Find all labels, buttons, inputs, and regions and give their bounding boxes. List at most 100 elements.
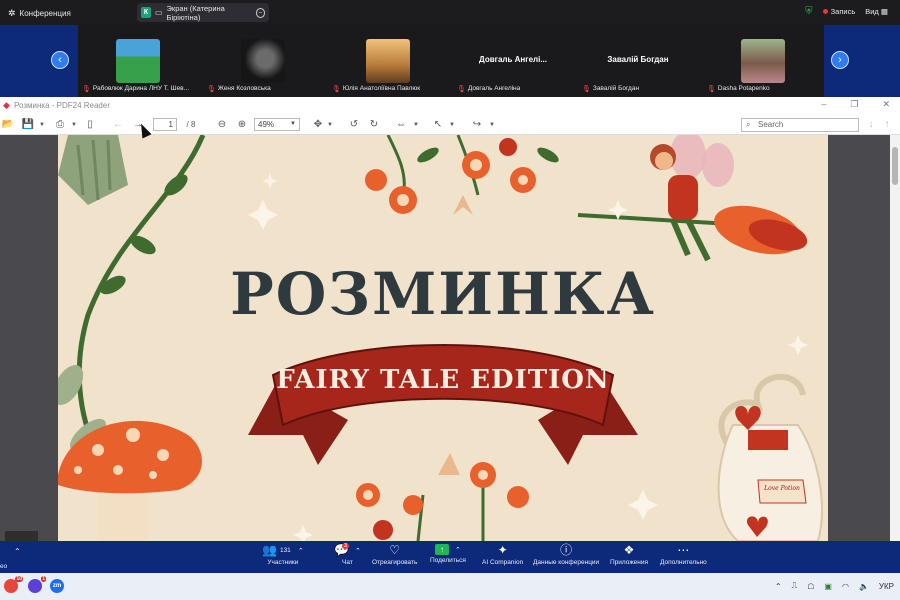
- participant-tile[interactable]: 🎙 Женя Козловська: [203, 25, 323, 97]
- view-menu[interactable]: Вид ▦: [865, 7, 888, 16]
- mic-muted-icon: 🎙: [582, 86, 591, 93]
- chevron-right-icon: ›: [838, 54, 842, 66]
- participant-name: Рабовлюк Дарина ЛНУ Т. Шев...: [92, 85, 190, 92]
- participants-gallery: 🎙 Рабовлюк Дарина ЛНУ Т. Шев... 🎙 Женя Коз…: [78, 25, 824, 97]
- page-number-input[interactable]: 1: [153, 118, 177, 131]
- participant-display-name: Довгаль Ангелі...: [479, 55, 547, 64]
- meeting-info-button[interactable]: ⓘ Данные конференции: [533, 544, 600, 567]
- slide-illustration: [58, 135, 823, 541]
- record-indicator[interactable]: Запись: [822, 7, 856, 16]
- search-input[interactable]: ⌕ Search: [741, 118, 859, 132]
- participant-tile[interactable]: Довгаль Ангелі... 🎙 Довгаль Ангеліна: [453, 25, 573, 97]
- participant-photo: [241, 39, 285, 83]
- mic-muted-icon: 🎙: [332, 86, 341, 93]
- fit-width-icon[interactable]: ⇔: [395, 117, 407, 132]
- volume-icon[interactable]: 🔈: [859, 582, 869, 591]
- more-button[interactable]: ⋯ Дополнительно: [660, 543, 707, 567]
- chevron-up-icon[interactable]: ⌃: [455, 546, 461, 554]
- participant-tile[interactable]: 🎙 Рабовлюк Дарина ЛНУ Т. Шев...: [78, 25, 198, 97]
- meeting-info-label: Данные конференции: [533, 559, 600, 566]
- pan-tool-icon[interactable]: ✥: [312, 117, 324, 132]
- app-title-area: ✲ Конференция: [8, 8, 71, 19]
- participant-name: Юлія Анатоліївна Павлюк: [342, 85, 421, 92]
- app-title: Конференция: [19, 9, 71, 18]
- zoom-select[interactable]: 49% ▼: [254, 118, 300, 131]
- select-cursor-icon[interactable]: ↖: [432, 117, 444, 132]
- pdf-viewer[interactable]: РОЗМИНКА FAIRY TALE EDITION Love Potion: [0, 135, 900, 541]
- pan-dropdown-icon[interactable]: ▼: [326, 117, 334, 132]
- ai-companion-button[interactable]: ✦ AI Companion: [482, 544, 523, 567]
- participant-tile[interactable]: 🎙 Юлія Анатоліївна Павлюк: [328, 25, 448, 97]
- chevron-down-icon: ▼: [290, 121, 296, 127]
- vertical-scrollbar[interactable]: [890, 135, 900, 541]
- sidebar-toggle-icon[interactable]: ▯: [84, 117, 96, 132]
- search-down-icon[interactable]: ↓: [866, 117, 876, 132]
- record-label: Запись: [830, 7, 856, 16]
- search-up-icon[interactable]: ↑: [882, 117, 892, 132]
- mic-muted-icon: 🎙: [457, 86, 466, 93]
- select-dropdown-icon[interactable]: ▼: [448, 117, 456, 132]
- zoom-in-icon[interactable]: ⊕: [236, 117, 248, 132]
- chat-badge: 3: [342, 543, 350, 549]
- fit-dropdown-icon[interactable]: ▼: [412, 117, 420, 132]
- security-shield-icon[interactable]: ⛨: [805, 6, 813, 17]
- react-button[interactable]: ♡ Отреагировать: [372, 544, 417, 567]
- chevron-up-icon[interactable]: ⌃: [355, 547, 361, 555]
- rotate-left-icon[interactable]: ↺: [348, 117, 360, 132]
- scrollbar-thumb[interactable]: [892, 147, 898, 185]
- chrome-icon[interactable]: 10: [4, 576, 23, 593]
- save-dropdown-icon[interactable]: ▼: [38, 117, 46, 132]
- ribbon-banner: [248, 344, 638, 465]
- open-folder-icon[interactable]: 📂: [2, 117, 14, 132]
- zoom-out-icon[interactable]: ⊖: [216, 117, 228, 132]
- participant-name-label: 🎙 Завалій Богдан: [582, 85, 639, 93]
- share-arrow-icon[interactable]: ↪: [470, 117, 484, 132]
- security-icon[interactable]: ▣: [824, 582, 832, 591]
- print-dropdown-icon[interactable]: ▼: [70, 117, 78, 132]
- participant-tile[interactable]: 🎙 Dasha Potapenko: [703, 25, 823, 97]
- wifi-icon[interactable]: ◠: [842, 582, 849, 591]
- participants-label: Участники: [267, 559, 299, 566]
- previous-page-icon[interactable]: ←: [112, 117, 124, 132]
- slide-title: РОЗМИНКА: [230, 260, 656, 328]
- next-participants-button[interactable]: ›: [831, 51, 849, 69]
- zoom-app-icon[interactable]: zm: [50, 579, 64, 593]
- pdf-toolbar: 📂 💾 ▼ ⎙ ▼ ▯ ← → 1 / 8 ⊖ ⊕ 49% ▼ ✥ ▼ ↺ ↻ ⇔…: [0, 114, 900, 135]
- share-dropdown-icon[interactable]: ▼: [488, 117, 496, 132]
- chevron-up-icon[interactable]: ⌃: [298, 547, 304, 555]
- participant-name-label: 🎙 Довгаль Ангеліна: [457, 85, 520, 93]
- share-label: Поделиться: [430, 557, 466, 564]
- share-screen-button[interactable]: ↑ ⌃ Поделиться: [430, 544, 466, 564]
- left-chevron-up-icon[interactable]: ⌃: [14, 547, 21, 556]
- chat-label: Чат: [342, 559, 353, 566]
- fairy-illustration: [577, 135, 808, 262]
- minimize-icon[interactable]: –: [821, 99, 826, 110]
- share-options-icon[interactable]: –: [255, 7, 265, 18]
- participants-button[interactable]: 👥 131 ⌃ Участники: [262, 544, 304, 567]
- zoom-app-label: zm: [52, 583, 62, 589]
- view-grid-icon: ▦: [880, 7, 888, 16]
- restore-icon[interactable]: ❐: [850, 99, 858, 110]
- more-dots-icon: ⋯: [677, 543, 690, 557]
- save-icon[interactable]: 💾: [22, 117, 34, 132]
- participant-name: Женя Козловська: [217, 85, 271, 92]
- viber-icon[interactable]: 1: [28, 576, 46, 593]
- prev-participants-button[interactable]: ‹: [51, 51, 69, 69]
- zoom-logo-icon: ✲: [8, 8, 16, 18]
- usb-icon[interactable]: ⎍: [792, 581, 798, 591]
- side-panel-tab[interactable]: [5, 531, 38, 541]
- rotate-right-icon[interactable]: ↻: [368, 117, 380, 132]
- screen-share-indicator[interactable]: К ▭ Экран (Катерина Біріютіна) –: [137, 3, 269, 22]
- print-icon[interactable]: ⎙: [54, 117, 66, 132]
- participant-tile[interactable]: Завалій Богдан 🎙 Завалій Богдан: [578, 25, 698, 97]
- close-icon[interactable]: ✕: [882, 99, 890, 110]
- chat-button[interactable]: 💬 3 ⌃ Чат: [334, 543, 361, 566]
- network-icon[interactable]: ☖: [807, 582, 814, 591]
- participants-strip: ‹ 🎙 Рабовлюк Дарина ЛНУ Т. Шев... 🎙 Женя К…: [0, 25, 900, 97]
- record-dot-icon: [822, 9, 828, 14]
- tray-chevron-up-icon[interactable]: ⌃: [775, 582, 782, 591]
- language-indicator[interactable]: УКР: [879, 582, 894, 591]
- participant-photo: [366, 39, 410, 83]
- apps-button[interactable]: ❖ Приложения: [610, 544, 648, 567]
- participant-photo: [741, 39, 785, 83]
